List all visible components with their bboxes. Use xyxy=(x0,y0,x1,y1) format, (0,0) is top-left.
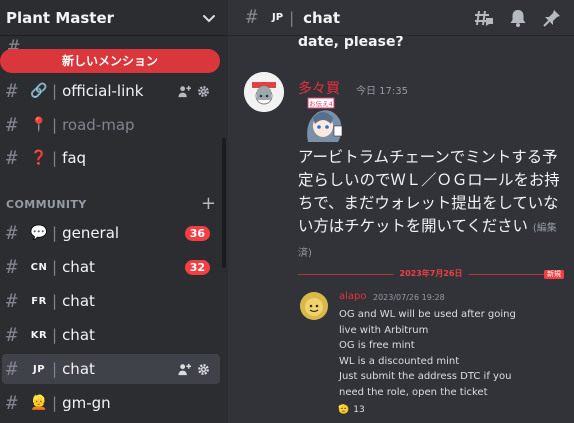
separator: | xyxy=(52,82,58,100)
add-channel-icon[interactable]: + xyxy=(201,195,216,213)
channel-name: chat xyxy=(62,292,95,310)
threads-icon[interactable] xyxy=(474,8,494,28)
question-emoji-icon: ❓ xyxy=(30,150,48,166)
separator: | xyxy=(52,292,58,310)
separator: | xyxy=(52,149,58,167)
channel-name: chat xyxy=(62,258,95,276)
sticker-image: お伝え4 xyxy=(298,96,346,144)
channel-name: faq xyxy=(62,149,87,167)
reaction-count: 13 xyxy=(353,405,365,415)
mention-badge: 32 xyxy=(184,259,210,275)
author-name: alapo xyxy=(339,291,367,302)
message-body: OG and WL will be used after going live … xyxy=(339,307,563,400)
jp-flag-code: JP xyxy=(32,363,46,375)
new-badge: 新規 xyxy=(544,270,564,279)
avatar-image xyxy=(244,72,284,112)
channel-header: # JP | chat xyxy=(228,0,574,36)
message-line: need the role, open the ticket xyxy=(339,386,488,398)
message-timestamp: 今日 17:35 xyxy=(356,86,408,97)
author-name: 多々買 xyxy=(298,81,340,97)
channel-title: chat xyxy=(303,8,340,27)
thread-hash-icon: # xyxy=(6,391,18,414)
chevron-down-icon[interactable] xyxy=(202,11,216,25)
gear-icon[interactable] xyxy=(197,363,210,376)
pin-icon[interactable] xyxy=(542,8,562,28)
channel-general[interactable]: # 💬 | general 36 xyxy=(2,218,220,248)
cn-flag-code: CN xyxy=(30,261,48,273)
thread-hash-icon: # xyxy=(6,357,18,380)
separator: | xyxy=(289,8,295,27)
server-header[interactable]: Plant Master xyxy=(0,0,228,36)
channel-official-link[interactable]: # 🔗 | official-link xyxy=(2,76,220,106)
message-text: アービトラムチェーンでミントする予定らしいのでＷＬ／ＯＧロールをお持ちで、まだウ… xyxy=(298,148,560,235)
separator: | xyxy=(52,326,58,344)
channel-name: chat xyxy=(62,360,95,378)
bell-icon[interactable] xyxy=(508,8,528,28)
link-emoji-icon: 🔗 xyxy=(30,83,48,99)
category-label: COMMUNITY xyxy=(6,197,87,211)
divider-date: 2023年7月26日 xyxy=(393,268,469,279)
message-line: live with Arbitrum xyxy=(339,324,429,336)
channel-fr-chat[interactable]: # FR | chat xyxy=(2,286,220,316)
salute-emoji-icon: 🫡 xyxy=(338,405,350,415)
thread-hash-icon: # xyxy=(6,323,18,346)
avatar[interactable] xyxy=(244,72,284,112)
server-name: Plant Master xyxy=(6,8,115,27)
mention-badge: 36 xyxy=(184,225,210,241)
separator: | xyxy=(52,258,58,276)
previous-message-text: date, please? xyxy=(298,34,404,50)
message-line: WL is a discounted mint xyxy=(339,355,460,367)
channel-kr-chat[interactable]: # KR | chat xyxy=(2,320,220,350)
channel-name: gm-gn xyxy=(62,394,111,412)
channel-sidebar: Plant Master # 新しいメンション # 🔗 | official-l… xyxy=(0,0,228,423)
channel-name: official-link xyxy=(62,82,144,100)
thread-hash-icon: # xyxy=(6,79,18,102)
separator: | xyxy=(52,360,58,378)
message-line: OG and WL will be used after going xyxy=(339,309,516,320)
thread-hash-icon: # xyxy=(6,221,18,244)
fr-flag-code: FR xyxy=(31,295,47,307)
chat-area: # JP | chat date, please? 多々買 今日 17:35 お… xyxy=(228,0,574,423)
gear-icon[interactable] xyxy=(197,85,210,98)
message-line: OG is free mint xyxy=(339,340,415,351)
channel-cn-chat[interactable]: # CN | chat 32 xyxy=(2,252,220,282)
message-timestamp: 2023/07/26 19:28 xyxy=(373,293,445,302)
channel-name: chat xyxy=(62,326,95,344)
separator: | xyxy=(52,394,58,412)
new-messages-divider: 2023年7月26日 新規 xyxy=(298,268,564,280)
kr-flag-code: KR xyxy=(30,329,48,341)
message-author[interactable]: 多々買 xyxy=(298,78,340,98)
channel-name: road-map xyxy=(62,116,135,134)
thread-hash-icon: # xyxy=(6,146,18,169)
sticker-caption: お伝え4 xyxy=(309,99,333,108)
separator: | xyxy=(52,116,58,134)
new-mentions-button[interactable]: 新しいメンション xyxy=(0,49,220,73)
person-emoji-icon: 👱 xyxy=(30,395,48,411)
channel-gm-gn[interactable]: # 👱 | gm-gn xyxy=(2,388,220,418)
avatar[interactable] xyxy=(300,292,328,320)
avatar-image xyxy=(300,292,328,320)
reaction-button[interactable]: 🫡 13 xyxy=(338,402,365,418)
invite-user-icon[interactable] xyxy=(178,363,191,376)
message-author[interactable]: alapo xyxy=(339,291,367,302)
jp-flag-code: JP xyxy=(272,12,284,23)
category-community[interactable]: COMMUNITY + xyxy=(6,195,216,213)
thread-hash-icon: # xyxy=(246,6,258,28)
message-body: アービトラムチェーンでミントする予定らしいのでＷＬ／ＯＧロールをお持ちで、まだウ… xyxy=(298,146,570,265)
channel-road-map[interactable]: # 📍 | road-map xyxy=(2,110,220,140)
thread-hash-icon: # xyxy=(6,255,18,278)
separator: | xyxy=(52,224,58,242)
speech-bubble-emoji-icon: 💬 xyxy=(30,225,48,241)
sidebar-scrollbar[interactable] xyxy=(222,138,226,268)
channel-jp-chat[interactable]: # JP | chat xyxy=(2,354,220,384)
channel-faq[interactable]: # ❓ | faq xyxy=(2,143,220,173)
thread-hash-icon: # xyxy=(6,113,18,136)
channel-name: general xyxy=(62,224,120,242)
pin-emoji-icon: 📍 xyxy=(30,117,48,133)
invite-user-icon[interactable] xyxy=(178,85,191,98)
thread-hash-icon: # xyxy=(6,289,18,312)
message-line: Just submit the address DTC if you xyxy=(339,371,512,382)
